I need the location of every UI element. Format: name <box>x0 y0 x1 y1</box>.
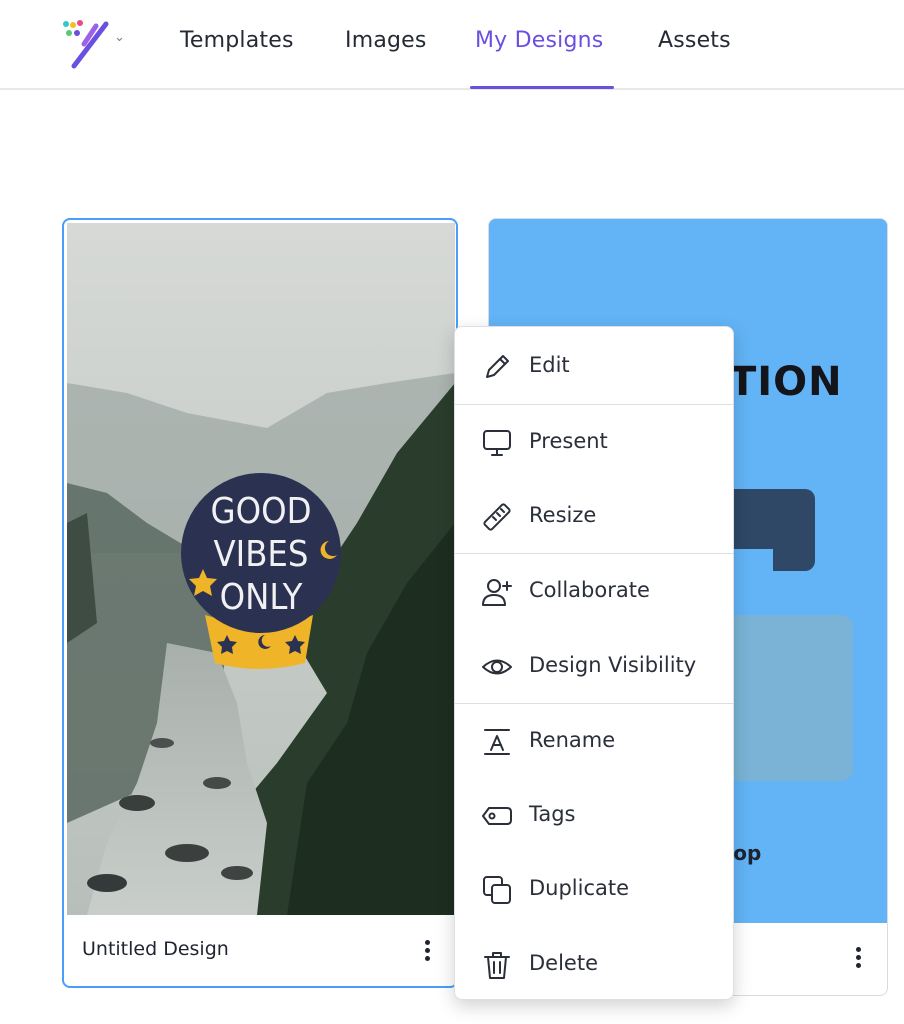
active-tab-indicator <box>470 86 614 89</box>
duplicate-icon <box>483 876 511 904</box>
ruler-icon <box>483 503 511 531</box>
eye-icon <box>482 659 512 675</box>
menu-item-label: Edit <box>529 353 570 377</box>
menu-item-duplicate[interactable]: Duplicate <box>455 852 733 926</box>
pencil-icon <box>486 355 509 378</box>
menu-item-label: Tags <box>529 802 576 826</box>
design-title[interactable]: Untitled Design <box>82 938 229 960</box>
user-plus-icon <box>482 579 512 606</box>
menu-item-label: Resize <box>529 503 597 527</box>
menu-item-resize[interactable]: Resize <box>455 479 733 553</box>
menu-item-collaborate[interactable]: Collaborate <box>455 554 733 628</box>
tab-images[interactable]: Images <box>345 28 427 53</box>
menu-item-label: Design Visibility <box>529 653 697 677</box>
more-options-icon[interactable] <box>416 936 440 966</box>
trash-icon <box>484 952 510 979</box>
tab-assets[interactable]: Assets <box>658 28 731 53</box>
badge-text-line3: ONLY <box>220 577 303 618</box>
menu-item-label: Present <box>529 429 608 453</box>
menu-item-label: Rename <box>529 728 616 752</box>
badge-text-line1: GOOD <box>210 491 311 532</box>
tag-icon <box>482 807 512 825</box>
chevron-down-icon[interactable]: ⌄ <box>114 30 125 45</box>
menu-item-present[interactable]: Present <box>455 405 733 479</box>
menu-item-label: Collaborate <box>529 578 650 602</box>
design-card-selected[interactable]: GOOD VIBES ONLY Untitled Design <box>62 218 458 988</box>
menu-item-tags[interactable]: Tags <box>455 778 733 852</box>
app-logo-icon[interactable] <box>60 18 114 72</box>
top-navigation: ⌄ Templates Images My Designs Assets <box>0 0 904 90</box>
menu-item-label: Duplicate <box>529 876 630 900</box>
badge-text-line2: VIBES <box>214 534 309 575</box>
menu-item-design-visibility[interactable]: Design Visibility <box>455 629 733 703</box>
design-heading-text: TION <box>729 359 843 405</box>
tab-templates[interactable]: Templates <box>180 28 294 53</box>
tab-my-designs[interactable]: My Designs <box>475 28 603 53</box>
menu-item-label: Delete <box>529 951 598 975</box>
monitor-icon <box>483 430 511 456</box>
design-thumbnail-forest[interactable]: GOOD VIBES ONLY <box>67 223 455 915</box>
menu-item-edit[interactable]: Edit <box>455 329 733 403</box>
more-options-icon[interactable] <box>847 943 871 973</box>
rename-icon <box>484 729 510 755</box>
design-context-menu: Edit Present Resize Collaborate Design V… <box>454 326 734 1000</box>
menu-item-delete[interactable]: Delete <box>455 927 733 1001</box>
menu-item-rename[interactable]: Rename <box>455 704 733 778</box>
